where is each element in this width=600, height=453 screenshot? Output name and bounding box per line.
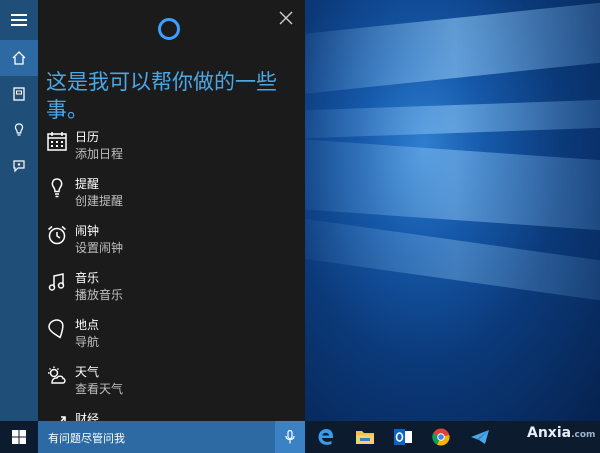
desktop-wallpaper <box>305 0 600 421</box>
lightbulb-icon <box>14 123 24 136</box>
outlook-icon <box>394 429 412 445</box>
item-title: 地点 <box>75 318 100 332</box>
nav-home-button[interactable] <box>0 40 38 76</box>
item-title: 日历 <box>75 130 100 144</box>
lightbulb-icon <box>51 178 63 198</box>
list-item-alarm[interactable]: 闹钟 设置闹钟 <box>46 222 296 262</box>
folder-icon <box>356 431 374 444</box>
item-subtitle: 导航 <box>75 335 100 349</box>
item-subtitle: 设置闹钟 <box>75 241 124 255</box>
item-title: 财经 <box>75 412 100 421</box>
item-title: 音乐 <box>75 271 100 285</box>
microphone-button[interactable] <box>275 421 305 453</box>
outlook-button[interactable] <box>391 425 415 449</box>
panel-headline: 这是我可以帮你做的一些事。 <box>46 70 277 122</box>
wallpaper-light-beam <box>305 0 600 96</box>
list-item-calendar[interactable]: 日历 添加日程 <box>46 128 296 168</box>
paper-plane-icon <box>471 430 489 444</box>
telegram-button[interactable] <box>468 425 492 449</box>
item-subtitle: 创建提醒 <box>75 194 124 208</box>
edge-browser-button[interactable] <box>314 425 338 449</box>
music-note-icon <box>48 273 65 291</box>
list-item-weather[interactable]: 天气 查看天气 <box>46 363 296 403</box>
list-item-music[interactable]: 音乐 播放音乐 <box>46 269 296 309</box>
item-subtitle: 播放音乐 <box>75 288 124 302</box>
alarm-clock-icon <box>48 225 66 245</box>
windows-logo-icon <box>12 430 26 444</box>
search-box[interactable]: 有问题尽管问我 <box>38 421 305 453</box>
nav-tips-button[interactable] <box>0 112 38 148</box>
notebook-icon <box>13 87 25 101</box>
close-icon[interactable] <box>279 11 293 25</box>
finance-chart-icon <box>53 416 66 421</box>
calendar-icon <box>47 132 67 151</box>
item-title: 提醒 <box>75 177 100 191</box>
list-item-reminder[interactable]: 提醒 创建提醒 <box>46 175 296 215</box>
cortana-nav-rail <box>0 0 38 421</box>
item-title: 天气 <box>75 365 100 379</box>
cortana-panel: 这是我可以帮你做的一些事。 日历 添加日程 提醒 创建提醒 闹钟 设置闹钟 音乐… <box>38 0 305 421</box>
wallpaper-light-beam <box>305 99 600 139</box>
nav-notebook-button[interactable] <box>0 76 38 112</box>
taskbar: 有问题尽管问我 Anxia.com <box>0 421 600 453</box>
cortana-ring-icon <box>158 18 180 40</box>
feedback-icon <box>13 160 25 173</box>
hamburger-icon <box>11 14 27 26</box>
watermark-domain: .com <box>571 430 596 440</box>
chrome-icon <box>432 428 450 446</box>
chrome-button[interactable] <box>429 425 453 449</box>
item-title: 闹钟 <box>75 224 100 238</box>
watermark-brand: Anxia <box>527 425 572 441</box>
weather-icon <box>48 366 66 384</box>
start-button[interactable] <box>0 421 38 453</box>
list-item-finance[interactable]: 财经 <box>46 410 296 421</box>
wallpaper-light-beam <box>305 216 600 304</box>
home-icon <box>12 51 26 65</box>
file-explorer-button[interactable] <box>353 425 377 449</box>
nav-feedback-button[interactable] <box>0 148 38 184</box>
hamburger-menu-button[interactable] <box>0 2 38 38</box>
edge-icon <box>318 429 334 445</box>
item-subtitle: 添加日程 <box>75 147 124 161</box>
location-pin-icon <box>48 319 64 339</box>
search-input[interactable]: 有问题尽管问我 <box>48 430 125 446</box>
wallpaper-light-beam <box>305 138 600 232</box>
list-item-location[interactable]: 地点 导航 <box>46 316 296 356</box>
microphone-icon <box>285 430 295 444</box>
watermark-logo: Anxia.com <box>527 425 595 441</box>
item-subtitle: 查看天气 <box>75 382 124 396</box>
